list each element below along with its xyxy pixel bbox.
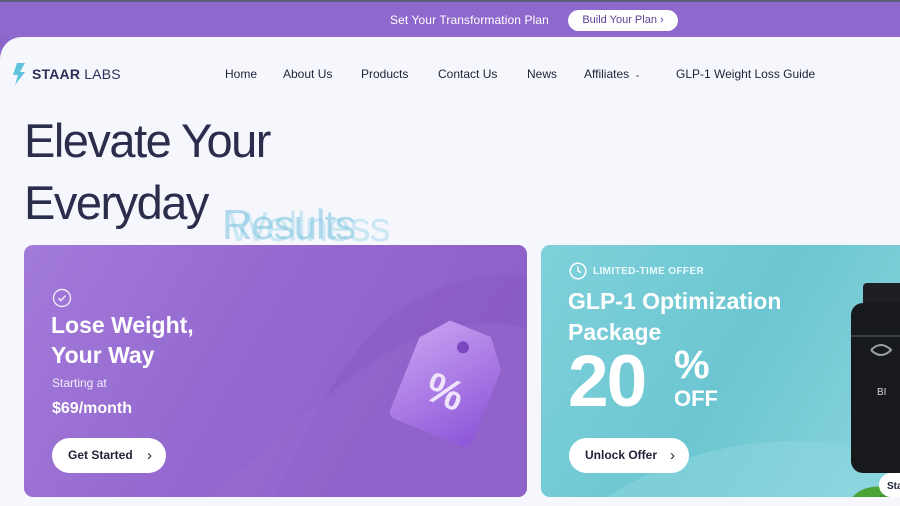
weight-card-price: $69/month	[52, 400, 133, 417]
nav-affiliates[interactable]: Affiliates ⌄	[584, 67, 641, 81]
glp1-offer-card[interactable]: LIMITED-TIME OFFER GLP-1 Optimization Pa…	[541, 245, 900, 497]
discount-percent: %	[674, 343, 710, 387]
nav-contact-us[interactable]: Contact Us	[438, 67, 497, 81]
nav-about-us[interactable]: About Us	[283, 67, 332, 81]
nav-glp1-guide[interactable]: GLP-1 Weight Loss Guide	[676, 67, 815, 81]
nav-home[interactable]: Home	[225, 67, 257, 81]
clock-icon	[569, 262, 587, 280]
nav-products[interactable]: Products	[361, 67, 408, 81]
hero-heading-line1: Elevate Your	[24, 114, 271, 167]
supplement-bottle-image: BI Sta	[851, 283, 900, 497]
discount-off: OFF	[674, 386, 718, 411]
weight-card-title-line2: Your Way	[51, 342, 155, 368]
build-plan-button[interactable]: Build Your Plan ›	[568, 10, 678, 31]
bottle-label: BI	[877, 387, 886, 398]
promo-text: Set Your Transformation Plan	[390, 13, 549, 27]
bottle-partial-button: Sta	[887, 481, 900, 492]
chevron-right-icon: ›	[147, 447, 152, 464]
discount-tag-icon: %	[389, 320, 502, 447]
promo-bar: Set Your Transformation Plan Build Your …	[0, 0, 900, 38]
limited-offer-badge: LIMITED-TIME OFFER	[569, 262, 704, 280]
discount-number: 20	[568, 341, 647, 422]
nav-news[interactable]: News	[527, 67, 557, 81]
limited-offer-text: LIMITED-TIME OFFER	[593, 265, 705, 277]
nav-affiliates-label: Affiliates	[584, 67, 630, 81]
get-started-button[interactable]: Get Started ›	[52, 438, 166, 473]
weight-card-subtitle: Starting at	[52, 376, 107, 390]
unlock-offer-label: Unlock Offer	[585, 448, 658, 462]
hero-rotating-word-wellness: Wellness	[228, 203, 391, 250]
get-started-label: Get Started	[68, 448, 133, 462]
weight-plan-card[interactable]: Lose Weight, Your Way Starting at $69/mo…	[24, 245, 527, 497]
page: STAAR LABS Home About Us Products Contac…	[0, 37, 900, 506]
unlock-offer-button[interactable]: Unlock Offer ›	[569, 438, 689, 473]
offer-title-line1: GLP-1 Optimization	[568, 288, 782, 314]
chevron-down-icon: ⌄	[634, 70, 641, 79]
check-circle-icon	[52, 288, 72, 308]
main-nav: Home About Us Products Contact Us News A…	[0, 67, 900, 83]
hero-heading-line2: Everyday	[24, 176, 209, 229]
weight-card-title-line1: Lose Weight,	[51, 312, 194, 338]
chevron-right-icon: ›	[670, 447, 675, 464]
